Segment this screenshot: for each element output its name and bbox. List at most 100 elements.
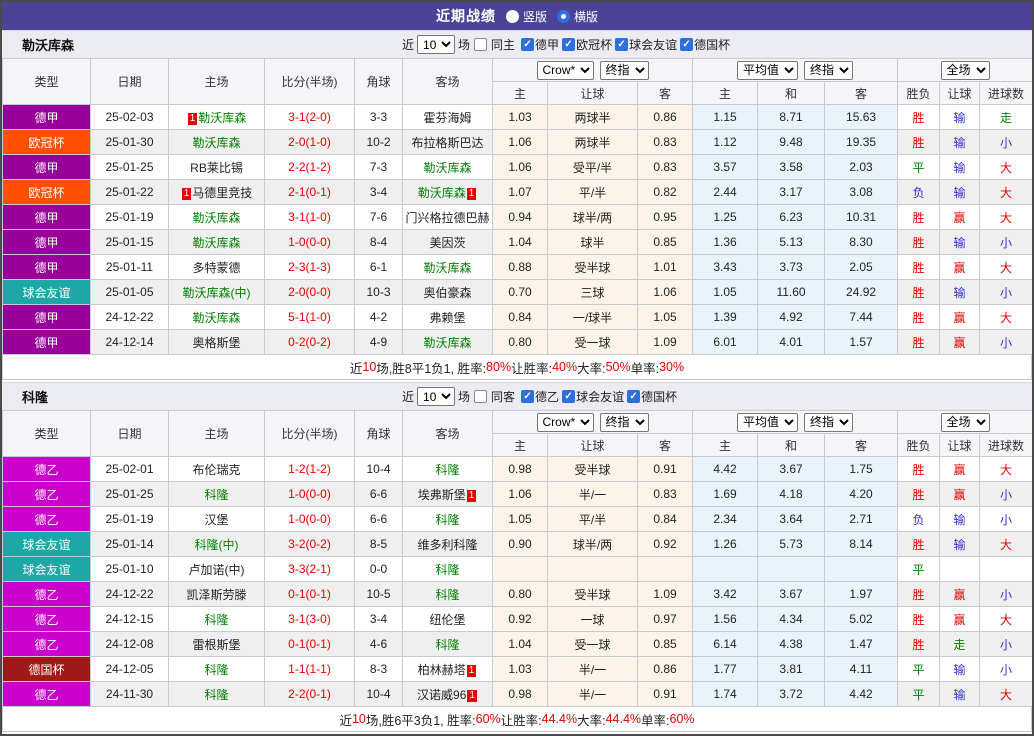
avg-draw: 4.18 [758,482,825,507]
odds-handicap: 半/一 [548,657,638,682]
league-filter[interactable]: 德乙 [520,388,559,405]
league-checkbox[interactable] [521,390,534,403]
recent-count-select[interactable]: 10 [417,35,455,54]
odds-handicap: 球半/两 [548,205,638,230]
result-outcome: 胜 [898,130,940,155]
avg-select[interactable]: 平均值 [737,413,798,432]
avg-select[interactable]: 平均值 [737,61,798,80]
odds-handicap: 一/球半 [548,305,638,330]
result-goals: 大 [980,255,1033,280]
result-handicap: 输 [940,507,980,532]
fulltime-select[interactable]: 全场 [941,61,990,80]
league-label: 德国杯 [641,388,677,405]
red-one-badge: 1 [182,188,192,200]
league-checkbox[interactable] [521,38,534,51]
avg-final-select[interactable]: 终指 [804,413,853,432]
odds-company-select[interactable]: Crow* [537,61,594,80]
col-score: 比分(半场) [265,59,355,105]
team-text: 维多利科隆 [417,538,477,552]
layout-option-horizontal[interactable]: 横版 [557,8,598,25]
league-filter[interactable]: 德国杯 [679,36,730,53]
odds-final-select[interactable]: 终指 [600,61,649,80]
result-group: 全场 [898,411,1033,434]
odds-company-select[interactable]: Crow* [537,413,594,432]
home-team: 1勒沃库森 [169,105,265,130]
match-score: 3-1(3-0) [265,607,355,632]
avg-draw: 3.17 [758,180,825,205]
odds-away: 0.97 [638,607,693,632]
avg-draw [758,557,825,582]
league-filter[interactable]: 德甲 [520,36,559,53]
result-goals: 小 [980,507,1033,532]
same-venue-checkbox[interactable] [474,38,487,51]
league-filter[interactable]: 德国杯 [626,388,677,405]
avg-home: 1.12 [693,130,758,155]
league-filter[interactable]: 欧冠杯 [561,36,612,53]
avg-home: 1.26 [693,532,758,557]
league-filter[interactable]: 球会友谊 [561,388,624,405]
away-team: 奥伯豪森 [403,280,493,305]
avg-home: 3.43 [693,255,758,280]
league-checkbox[interactable] [562,390,575,403]
avg-away: 8.14 [825,532,898,557]
recent-results-panel: 近期战绩 竖版 横版 勒沃库森 近 10 场 同主 德甲欧冠杯球会友谊德国杯 [0,0,1034,736]
odds-home: 0.80 [493,330,548,355]
result-outcome: 胜 [898,205,940,230]
league-checkbox[interactable] [615,38,628,51]
league-checkbox[interactable] [627,390,640,403]
col-outcome: 胜负 [898,82,940,105]
games-label: 场 [458,36,470,53]
horizontal-radio[interactable] [557,10,570,23]
avg-away: 19.35 [825,130,898,155]
result-goals: 大 [980,180,1033,205]
team-text: 汉诺威96 [417,688,466,702]
odds-home: 0.84 [493,305,548,330]
odds-home: 0.98 [493,682,548,707]
home-team: 勒沃库森 [169,230,265,255]
team-text: 柏林赫塔 [418,663,466,677]
odds-away: 0.83 [638,155,693,180]
result-goals: 小 [980,280,1033,305]
avg-final-select[interactable]: 终指 [804,61,853,80]
home-team: 科隆 [169,607,265,632]
away-team: 科隆 [403,557,493,582]
result-goals [980,557,1033,582]
odds-handicap: 三球 [548,280,638,305]
match-score: 2-3(1-3) [265,255,355,280]
corner-score: 10-4 [355,457,403,482]
same-venue-checkbox[interactable] [474,390,487,403]
games-label: 场 [458,388,470,405]
odds-home: 1.06 [493,482,548,507]
recent-count-select[interactable]: 10 [417,387,455,406]
result-goals: 大 [980,305,1033,330]
result-outcome: 胜 [898,230,940,255]
avg-away: 15.63 [825,105,898,130]
league-checkbox[interactable] [680,38,693,51]
col-date: 日期 [91,59,169,105]
league-label: 德甲 [535,36,559,53]
league-label: 德国杯 [694,36,730,53]
avg-group: 平均值 终指 [693,59,898,82]
filter-bar: 近 10 场 同客 德乙球会友谊德国杯 [402,383,677,410]
header-row-dropdowns: 类型 日期 主场 比分(半场) 角球 客场 Crow* 终指 平均值 终指 [3,59,1033,82]
col-goals-result: 进球数 [980,82,1033,105]
match-row: 球会友谊25-01-10卢加诺(中)3-3(2-1)0-0科隆平 [3,557,1033,582]
match-score: 1-2(1-2) [265,457,355,482]
odds-away: 1.01 [638,255,693,280]
match-row: 球会友谊25-01-14科隆(中)3-2(0-2)8-5维多利科隆0.90球半/… [3,532,1033,557]
fulltime-select[interactable]: 全场 [941,413,990,432]
match-score: 2-2(0-1) [265,682,355,707]
matches-body: 德甲25-02-031勒沃库森3-1(2-0)3-3霍芬海姆1.03两球半0.8… [3,105,1033,355]
vertical-radio[interactable] [506,10,519,23]
odds-final-select[interactable]: 终指 [600,413,649,432]
result-handicap: 走 [940,632,980,657]
layout-option-vertical[interactable]: 竖版 [506,8,547,25]
away-team: 科隆 [403,632,493,657]
odds-handicap [548,557,638,582]
avg-away: 24.92 [825,280,898,305]
avg-group: 平均值 终指 [693,411,898,434]
league-checkbox[interactable] [562,38,575,51]
league-filter[interactable]: 球会友谊 [614,36,677,53]
league-badge: 德乙 [3,482,91,507]
avg-away [825,557,898,582]
